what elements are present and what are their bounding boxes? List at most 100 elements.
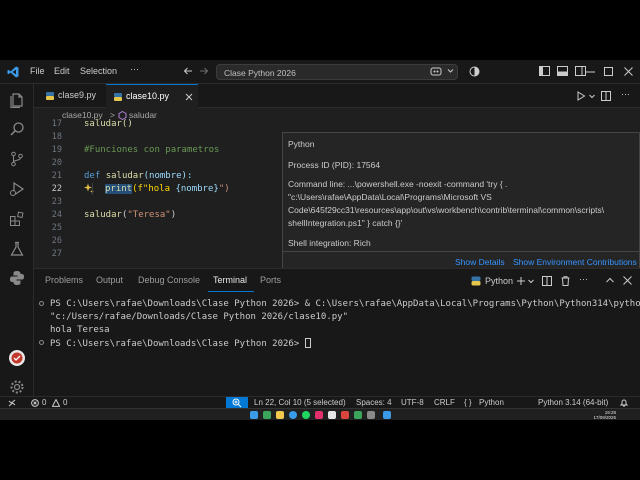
line-number: 19	[51, 145, 62, 155]
new-terminal-plus-icon[interactable]	[516, 276, 526, 286]
selected-call: print	[105, 184, 133, 194]
file-explorer-icon[interactable]	[276, 411, 284, 419]
vscode-window: File Edit Selection ··· Clase Python 202…	[0, 60, 640, 420]
command-center-text: Clase Python 2026	[224, 68, 296, 78]
start-icon[interactable]	[250, 411, 258, 419]
more-actions-icon[interactable]: ···	[621, 89, 630, 99]
run-debug-icon[interactable]	[9, 181, 25, 197]
warning-count[interactable]: 0	[63, 398, 67, 407]
minimize-icon[interactable]	[586, 71, 595, 73]
source-control-icon[interactable]	[9, 151, 25, 167]
line-number: 26	[51, 236, 62, 246]
split-terminal-icon[interactable]	[542, 276, 552, 286]
instagram-icon[interactable]	[315, 411, 323, 419]
breadcrumb-symbol[interactable]: saludar	[129, 110, 157, 120]
terminal-python-icon	[471, 276, 481, 286]
tab-ports[interactable]: Ports	[260, 275, 281, 285]
code-line-comment: #Funciones con parametros	[84, 145, 220, 155]
menu-edit[interactable]: Edit	[54, 66, 70, 76]
spotify-icon[interactable]	[302, 411, 310, 419]
tab-terminal[interactable]: Terminal	[213, 275, 247, 285]
language-mode[interactable]: Python	[479, 398, 504, 407]
terminal-line-4[interactable]: PS C:\Users\rafae\Downloads\Clase Python…	[50, 338, 311, 349]
tab-label: clase10.py	[126, 91, 170, 101]
show-details-link[interactable]: Show Details	[455, 257, 505, 267]
run-python-file-icon[interactable]	[576, 91, 586, 101]
split-editor-icon[interactable]	[601, 91, 611, 101]
notifications-bell-icon[interactable]	[620, 399, 628, 407]
copilot-icon[interactable]	[430, 66, 442, 77]
maximize-icon[interactable]	[604, 67, 613, 76]
run-options-chevron-icon[interactable]	[589, 94, 595, 99]
language-braces[interactable]: { }	[464, 398, 472, 407]
python-interpreter[interactable]: Python 3.14 (64-bit)	[538, 398, 608, 407]
error-count[interactable]: 0	[42, 398, 46, 407]
error-icon[interactable]	[31, 399, 39, 407]
toggle-sidebar-icon[interactable]	[539, 66, 550, 76]
tab-output[interactable]: Output	[96, 275, 123, 285]
accounts-icon[interactable]	[469, 66, 480, 77]
code-line-print: print(f"hola {nombre}")	[105, 184, 230, 194]
excel-icon[interactable]	[263, 411, 271, 419]
chat-icon[interactable]	[354, 411, 362, 419]
tab-problems[interactable]: Problems	[45, 275, 83, 285]
search-icon[interactable]	[9, 121, 25, 137]
terminal-name[interactable]: Python	[485, 276, 513, 286]
terminal-output: hola Teresa	[50, 325, 110, 335]
function-name: saludar	[105, 171, 144, 181]
menu-selection[interactable]: Selection	[80, 66, 117, 76]
line-number: 23	[51, 197, 62, 207]
warning-icon[interactable]	[52, 399, 60, 407]
hover-command-line-4: shellIntegration.ps1" } catch {}'	[288, 218, 403, 228]
app-icon[interactable]	[341, 411, 349, 419]
title-bar: File Edit Selection ··· Clase Python 202…	[0, 60, 640, 84]
back-arrow-icon[interactable]	[183, 66, 193, 76]
settings-gear-icon[interactable]	[9, 379, 25, 395]
command-decoration-icon[interactable]	[39, 301, 44, 306]
tab-clase9[interactable]: clase9.py	[38, 84, 106, 108]
testing-icon[interactable]	[9, 241, 25, 257]
encoding[interactable]: UTF-8	[401, 398, 424, 407]
app-icon-2[interactable]	[367, 411, 375, 419]
account-avatar-icon[interactable]	[9, 350, 25, 366]
chevron-down-icon[interactable]	[447, 68, 454, 74]
show-environment-contributions-link[interactable]: Show Environment Contributions	[513, 257, 637, 267]
close-panel-icon[interactable]	[623, 276, 632, 285]
edge-icon[interactable]	[289, 411, 297, 419]
kill-terminal-trash-icon[interactable]	[561, 276, 570, 286]
terminal-command: & C:\Users\rafae\AppData\Local\Programs\…	[304, 299, 640, 309]
line-number: 20	[51, 158, 62, 168]
terminal-chevron-down-icon[interactable]	[528, 279, 534, 284]
terminal-line-2: "c:/Users/rafae/Downloads/Clase Python 2…	[50, 312, 349, 322]
close-window-icon[interactable]	[624, 67, 633, 76]
hover-title: Python	[288, 139, 315, 149]
line-ending[interactable]: CRLF	[434, 398, 455, 407]
store-icon[interactable]	[328, 411, 336, 419]
forward-arrow-icon[interactable]	[199, 66, 209, 76]
line-number: 17	[51, 119, 62, 129]
terminal-prompt: PS C:\Users\rafae\Downloads\Clase Python…	[50, 339, 305, 349]
system-clock[interactable]: 19:28 17/09/2026	[593, 410, 616, 420]
cursor-position[interactable]: Ln 22, Col 10 (5 selected)	[254, 398, 346, 407]
windows-taskbar: 19:28 17/09/2026	[0, 408, 640, 420]
call-args-close: ")	[218, 184, 230, 194]
toggle-secondary-sidebar-icon[interactable]	[575, 66, 586, 76]
line-number-current: 22	[51, 184, 62, 194]
tab-debug-console[interactable]: Debug Console	[138, 275, 200, 285]
extensions-icon[interactable]	[9, 211, 25, 227]
python-icon[interactable]	[9, 270, 25, 286]
vscode-taskbar-icon[interactable]	[383, 411, 391, 419]
terminal-more-actions-icon[interactable]: ···	[579, 274, 588, 284]
indentation[interactable]: Spaces: 4	[356, 398, 392, 407]
maximize-panel-icon[interactable]	[606, 277, 614, 283]
menu-more[interactable]: ···	[130, 64, 139, 74]
hover-command-line-3: Code\645f29cc31\resources\app\out\vs\wor…	[288, 205, 605, 215]
close-tab-icon[interactable]	[185, 93, 193, 101]
explorer-icon[interactable]	[9, 92, 25, 108]
tab-clase10[interactable]: clase10.py	[106, 84, 198, 108]
menu-file[interactable]: File	[30, 66, 45, 76]
toggle-panel-icon[interactable]	[557, 66, 568, 76]
active-tab-indicator	[208, 291, 254, 292]
command-decoration-icon[interactable]	[39, 340, 44, 345]
command-center-search[interactable]: Clase Python 2026	[216, 64, 458, 80]
